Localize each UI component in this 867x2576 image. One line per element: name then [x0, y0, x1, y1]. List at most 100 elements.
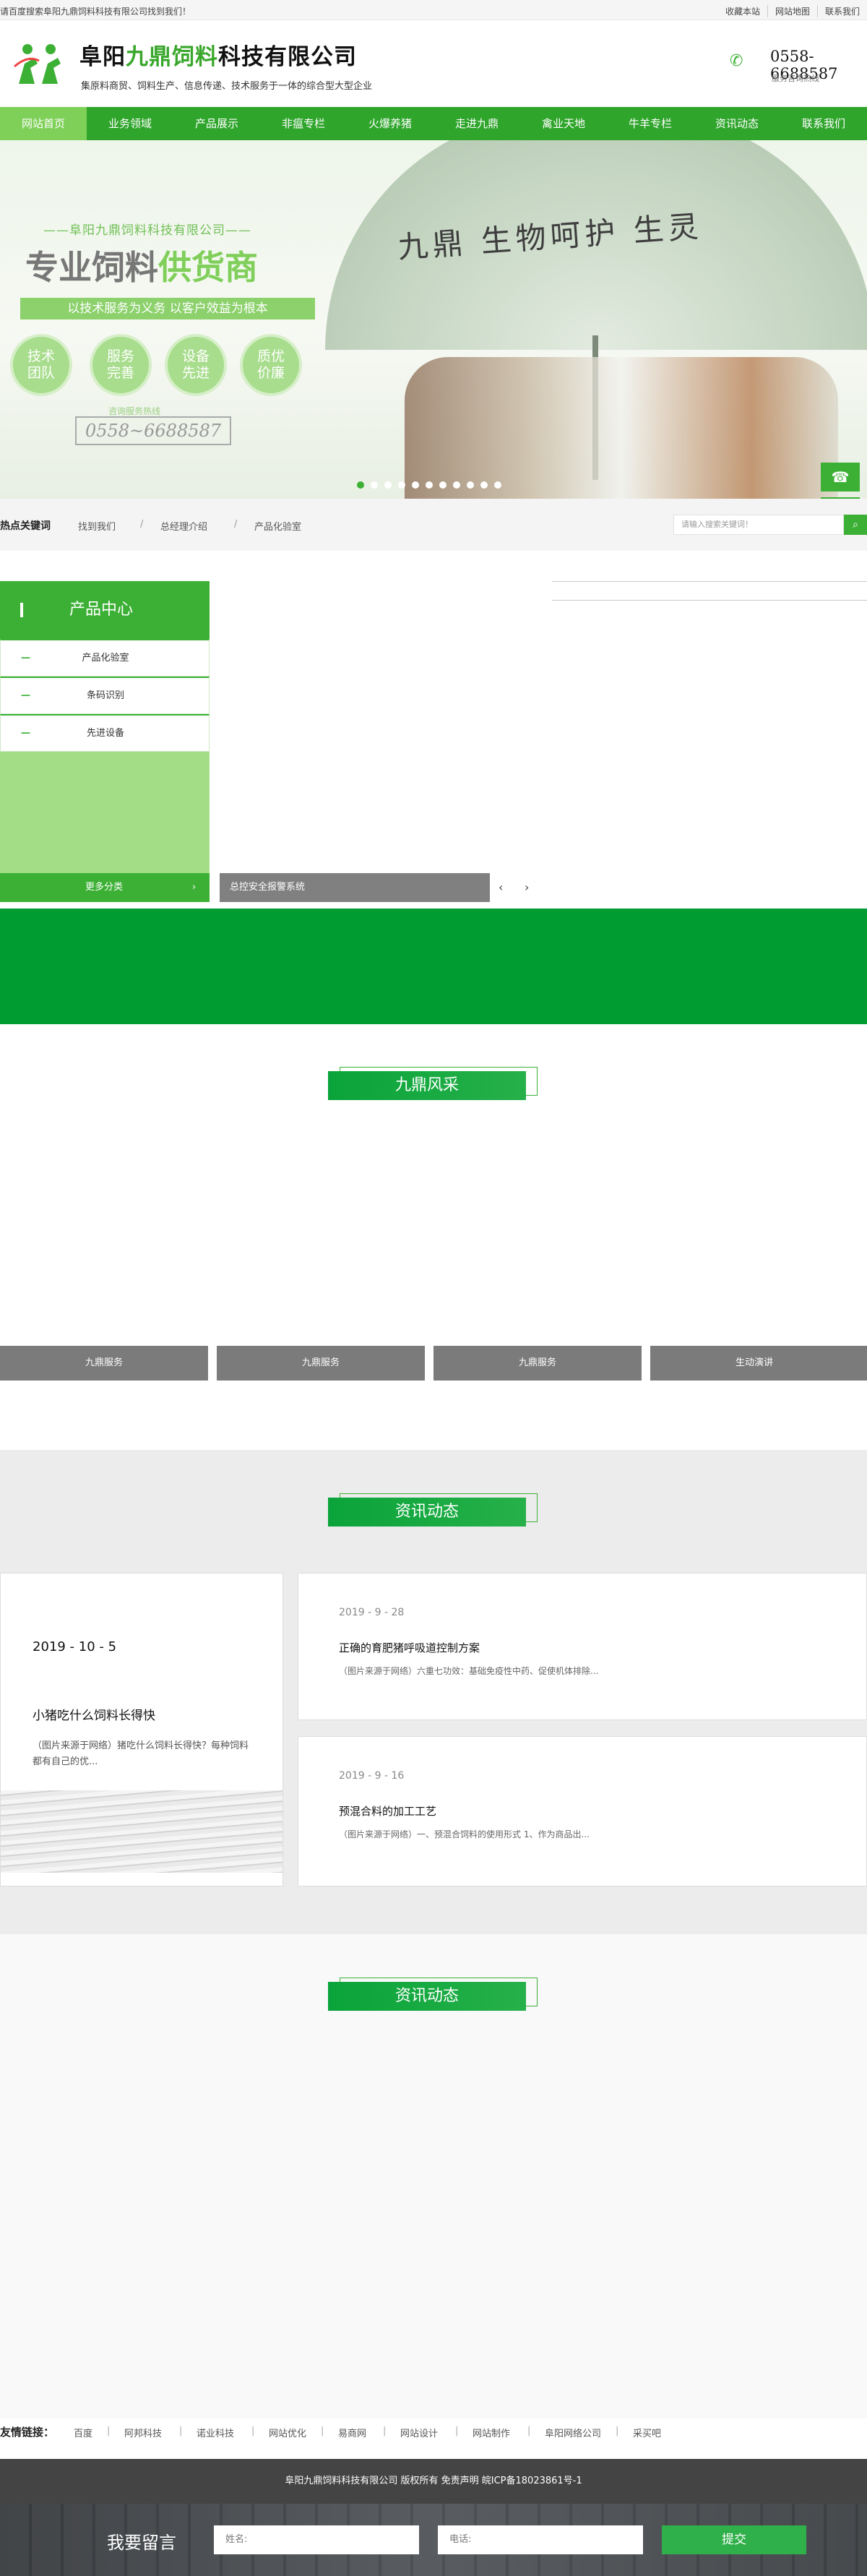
sitemap-link[interactable]: 网站地图 — [767, 5, 817, 17]
livestock-image — [405, 357, 838, 499]
friend-link[interactable]: 易商网 — [338, 2426, 366, 2439]
logo-icon[interactable] — [13, 42, 66, 85]
news-title[interactable]: 正确的育肥猪呼吸道控制方案 — [339, 1640, 480, 1655]
submit-button[interactable]: 提交 — [662, 2525, 806, 2554]
style-tab[interactable]: 九鼎服务 — [0, 1346, 208, 1381]
company-name: 阜阳九鼎饲料科技有限公司 — [79, 44, 357, 70]
product-category-item[interactable]: — 产品化验室 — [0, 639, 210, 677]
nav-asf[interactable]: 非瘟专栏 — [260, 107, 347, 140]
nav-poultry[interactable]: 禽业天地 — [520, 107, 607, 140]
news-date: 2019 - 9 - 16 — [339, 1770, 405, 1782]
product-sidebar-fill — [0, 752, 210, 873]
welcome-text: 请百度搜索阜阳九鼎饲料科技有限公司找到我们！ — [0, 7, 191, 17]
site-header: 阜阳九鼎饲料科技有限公司 集原料商贸、饲料生产、信息传递、技术服务于一体的综合型… — [0, 20, 867, 107]
news-card[interactable]: 2019 - 9 - 28 正确的育肥猪呼吸道控制方案 （图片来源于网络）六重七… — [298, 1573, 867, 1720]
news-summary: （图片来源于网络）猪吃什么饲料长得快？每种饲料都有自己的优... — [33, 1740, 249, 1767]
banner-tagline: 以技术服务为义务 以客户效益为根本 — [20, 298, 315, 319]
friend-link[interactable]: 采买吧 — [633, 2426, 661, 2439]
friend-link[interactable]: 网站设计 — [400, 2426, 438, 2439]
main-nav: 网站首页 业务领域 产品展示 非瘟专栏 火爆养猪 走进九鼎 禽业天地 牛羊专栏 … — [0, 107, 867, 140]
carousel-dot[interactable] — [398, 481, 405, 489]
hot-keyword[interactable]: 产品化验室 — [254, 519, 301, 533]
name-input[interactable]: 姓名: — [214, 2525, 419, 2554]
product-center-header: 产品中心 — [0, 581, 210, 639]
section-title-news-2: 资讯动态 — [328, 1978, 538, 2011]
carousel-dot[interactable] — [426, 481, 433, 489]
news-date: 2019 - 10 - 5 — [33, 1639, 117, 1654]
feature-circle-quality: 质优 价廉 — [240, 334, 302, 396]
product-category-item[interactable]: — 条码识别 — [0, 677, 210, 714]
style-tab[interactable]: 生动演讲 — [650, 1346, 858, 1381]
nav-about[interactable]: 走进九鼎 — [434, 107, 520, 140]
hero-banner[interactable]: 九鼎 生物呵护 生灵 ——阜阳九鼎饲料科技有限公司—— 专业饲料供货商 以技术服… — [0, 140, 867, 499]
nav-news[interactable]: 资讯动态 — [694, 107, 780, 140]
nav-contact[interactable]: 联系我们 — [780, 107, 867, 140]
chevron-left-icon[interactable]: ‹ — [499, 873, 503, 902]
contact-link[interactable]: 联系我们 — [816, 5, 867, 17]
message-bar: 我要留言 姓名: 电话: 提交 — [0, 2504, 867, 2576]
section-title-news: 资讯动态 — [328, 1493, 538, 1527]
nav-home[interactable]: 网站首页 — [0, 107, 87, 140]
search-icon[interactable]: ⌕ — [844, 515, 867, 535]
headset-icon[interactable]: ☎ — [821, 463, 860, 491]
nav-products[interactable]: 产品展示 — [173, 107, 260, 140]
carousel-dot[interactable] — [467, 481, 474, 489]
style-tab[interactable]: 九鼎服务 — [217, 1346, 425, 1381]
footer-copyright: 阜阳九鼎饲料科技有限公司 版权所有 免责声明 皖ICP备18023861号-1 — [0, 2459, 867, 2504]
news-summary: （图片来源于网络）六重七功效：基础免疫性中药、促使机体排除... — [339, 1666, 599, 1676]
bookmark-link[interactable]: 收藏本站 — [718, 5, 767, 17]
carousel-dot[interactable] — [480, 481, 488, 489]
section-title-style: 九鼎风采 — [328, 1067, 538, 1100]
style-tab[interactable] — [845, 1346, 867, 1381]
top-bar: 请百度搜索阜阳九鼎饲料科技有限公司找到我们！ 收藏本站 网站地图 联系我们 — [0, 0, 867, 20]
friend-link[interactable]: 阜阳网络公司 — [545, 2426, 601, 2439]
banner-company-line: ——阜阳九鼎饲料科技有限公司—— — [43, 223, 251, 238]
news-title[interactable]: 小猪吃什么饲料长得快 — [33, 1705, 155, 1723]
divider: / — [140, 519, 144, 530]
carousel-dot[interactable] — [453, 481, 460, 489]
product-center-title: 产品中心 — [69, 601, 134, 619]
featured-news-card[interactable]: 2019 - 10 - 5 小猪吃什么饲料长得快 （图片来源于网络）猪吃什么饲料… — [0, 1573, 283, 1886]
company-description: 集原料商贸、饲料生产、信息传递、技术服务于一体的综合型大型企业 — [81, 81, 373, 92]
nav-cattle[interactable]: 牛羊专栏 — [607, 107, 694, 140]
news-section-2: 资讯动态 — [0, 1934, 867, 2426]
product-category-item[interactable]: — 先进设备 — [0, 714, 210, 752]
news-title[interactable]: 预混合料的加工工艺 — [339, 1803, 436, 1819]
phone-icon: ✆ — [730, 52, 743, 70]
divider — [711, 581, 867, 582]
newspaper-image — [1, 1790, 282, 1873]
friend-link[interactable]: 网站优化 — [269, 2426, 306, 2439]
carousel-dot[interactable] — [384, 481, 392, 489]
more-categories-button[interactable]: 更多分类 › — [0, 873, 210, 902]
carousel-dot[interactable] — [494, 481, 501, 489]
friend-link[interactable]: 百度 — [74, 2426, 92, 2439]
friend-link[interactable]: 诺业科技 — [197, 2426, 234, 2439]
message-title: 我要留言 — [107, 2533, 176, 2553]
friend-link[interactable]: 阿邦科技 — [124, 2426, 162, 2439]
carousel-dot[interactable] — [371, 481, 378, 489]
product-caption[interactable]: 总控安全报警系统 — [220, 873, 490, 902]
hot-keyword[interactable]: 总经理介绍 — [160, 519, 207, 533]
hot-keywords-label: 热点关键词 — [0, 520, 51, 532]
banner-headline: 专业饲料供货商 — [25, 248, 258, 287]
search-input[interactable]: 请输入搜索关键词！ — [673, 515, 844, 535]
style-tab[interactable]: 九鼎服务 — [434, 1346, 642, 1381]
chevron-right-icon: › — [192, 882, 197, 893]
news-date: 2019 - 9 - 28 — [339, 1607, 405, 1618]
carousel-dots[interactable] — [357, 481, 501, 489]
nav-pig[interactable]: 火爆养猪 — [347, 107, 434, 140]
chevron-right-icon[interactable]: › — [525, 873, 529, 902]
header-phone-label: 服务咨询热线 — [772, 74, 819, 83]
carousel-dot[interactable] — [357, 481, 364, 489]
friend-links-label: 友情链接： — [0, 2426, 55, 2439]
news-card[interactable]: 2019 - 9 - 16 预混合料的加工工艺 （图片来源于网络）一、预混合饲料… — [298, 1736, 867, 1886]
feature-circle-service: 服务 完善 — [90, 334, 152, 396]
carousel-dot[interactable] — [439, 481, 447, 489]
carousel-dot[interactable] — [412, 481, 419, 489]
phone-input[interactable]: 电话: — [438, 2525, 643, 2554]
nav-business[interactable]: 业务领域 — [87, 107, 173, 140]
divider — [711, 600, 867, 601]
divider: / — [234, 519, 238, 530]
friend-link[interactable]: 网站制作 — [473, 2426, 510, 2439]
hot-keyword[interactable]: 找到我们 — [78, 519, 116, 533]
